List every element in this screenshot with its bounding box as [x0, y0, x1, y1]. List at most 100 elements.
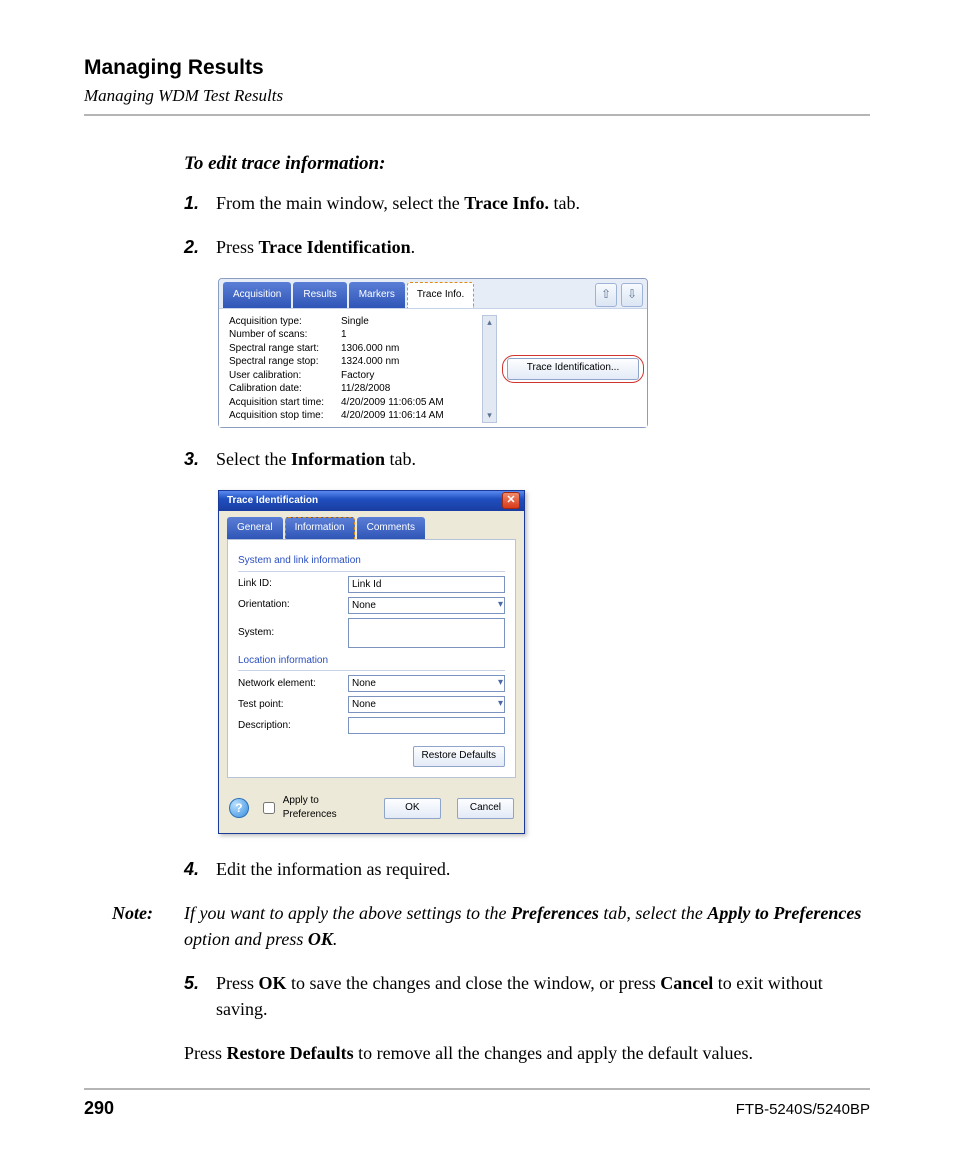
- step-text-pre: Press: [216, 973, 259, 993]
- list-key: Acquisition stop time:: [229, 409, 341, 423]
- para-post: to remove all the changes and apply the …: [354, 1043, 753, 1063]
- step-text-post: .: [411, 237, 416, 257]
- netelem-label: Network element:: [238, 677, 348, 692]
- ok-button[interactable]: OK: [384, 798, 441, 819]
- cancel-button[interactable]: Cancel: [457, 798, 514, 819]
- page-number: 290: [84, 1098, 114, 1119]
- orientation-label: Orientation:: [238, 598, 348, 613]
- system-textarea[interactable]: [348, 618, 505, 648]
- step-text-bold: Trace Identification: [259, 237, 411, 257]
- list-item: Acquisition type:Single: [229, 315, 476, 329]
- help-icon[interactable]: ?: [229, 798, 249, 818]
- netelem-select[interactable]: [348, 675, 505, 692]
- list-item: Acquisition stop time:4/20/2009 11:06:14…: [229, 409, 476, 423]
- page-header-title: Managing Results: [84, 56, 870, 80]
- body-paragraph: Press Restore Defaults to remove all the…: [184, 1040, 870, 1066]
- dialog-title: Trace Identification: [227, 494, 318, 509]
- step-text-pre: From the main window, select the: [216, 193, 464, 213]
- testpoint-label: Test point:: [238, 698, 348, 713]
- step-text: From the main window, select the Trace I…: [216, 190, 870, 216]
- note-bold: Apply to Preferences: [707, 903, 861, 923]
- dialog-titlebar: Trace Identification ✕: [219, 491, 524, 511]
- group-label-system: System and link information: [238, 554, 505, 572]
- tab-general[interactable]: General: [227, 517, 283, 540]
- note-pre: If you want to apply the above settings …: [184, 903, 511, 923]
- page-header-subtitle: Managing WDM Test Results: [84, 86, 870, 106]
- orientation-select[interactable]: [348, 597, 505, 614]
- nav-up-button[interactable]: ⇧: [595, 283, 617, 307]
- list-value: 1306.000 nm: [341, 342, 399, 356]
- step-text-post: tab.: [549, 193, 580, 213]
- para-pre: Press: [184, 1043, 227, 1063]
- header-rule: [84, 114, 870, 116]
- apply-to-preferences-checkbox[interactable]: Apply to Preferences: [259, 794, 374, 823]
- list-key: Acquisition type:: [229, 315, 341, 329]
- step-text-bold: Cancel: [660, 973, 713, 993]
- close-icon[interactable]: ✕: [502, 492, 520, 509]
- apply-to-preferences-input[interactable]: [263, 802, 275, 814]
- step-number: 1.: [184, 190, 216, 216]
- step-text-pre: Press: [216, 237, 259, 257]
- description-input[interactable]: [348, 717, 505, 734]
- note-bold: Preferences: [511, 903, 599, 923]
- description-label: Description:: [238, 719, 348, 734]
- list-value: Factory: [341, 369, 374, 383]
- tab-results[interactable]: Results: [293, 282, 346, 308]
- list-value: 4/20/2009 11:06:05 AM: [341, 396, 444, 410]
- note-mid: tab, select the: [599, 903, 707, 923]
- tab-markers[interactable]: Markers: [349, 282, 405, 308]
- testpoint-select[interactable]: [348, 696, 505, 713]
- screenshot-trace-info-panel: Acquisition Results Markers Trace Info. …: [218, 278, 648, 428]
- step-number: 4.: [184, 856, 216, 882]
- apply-to-preferences-label: Apply to Preferences: [283, 794, 374, 823]
- step-text-mid: to save the changes and close the window…: [287, 973, 661, 993]
- scroll-up-icon: ▴: [487, 316, 492, 329]
- scroll-down-icon: ▾: [487, 409, 492, 422]
- step-number: 5.: [184, 970, 216, 1022]
- scrollbar[interactable]: ▴ ▾: [482, 315, 497, 423]
- group-label-location: Location information: [238, 654, 505, 672]
- list-value: 11/28/2008: [341, 382, 390, 396]
- nav-down-button[interactable]: ⇩: [621, 283, 643, 307]
- dialog-panel: System and link information Link ID: Ori…: [227, 539, 516, 778]
- step-text-bold: Information: [291, 449, 385, 469]
- page-footer: 290 FTB-5240S/5240BP: [84, 1088, 870, 1119]
- step-text: Press Trace Identification.: [216, 234, 870, 260]
- step-text-post: tab.: [385, 449, 416, 469]
- note-post: .: [333, 929, 338, 949]
- restore-defaults-button[interactable]: Restore Defaults: [413, 746, 505, 767]
- step-text: Press OK to save the changes and close t…: [216, 970, 870, 1022]
- note-block: Note: If you want to apply the above set…: [112, 900, 870, 952]
- list-value: Single: [341, 315, 369, 329]
- dialog-footer: ? Apply to Preferences OK Cancel: [219, 786, 524, 833]
- system-label: System:: [238, 626, 348, 641]
- linkid-label: Link ID:: [238, 577, 348, 592]
- para-bold: Restore Defaults: [227, 1043, 354, 1063]
- tab-information[interactable]: Information: [285, 517, 355, 540]
- step-text-bold: Trace Info.: [464, 193, 549, 213]
- footer-model: FTB-5240S/5240BP: [736, 1101, 870, 1118]
- step-text: Edit the information as required.: [216, 856, 870, 882]
- tab-acquisition[interactable]: Acquisition: [223, 282, 291, 308]
- tab-trace-info[interactable]: Trace Info.: [407, 282, 474, 308]
- list-item: Number of scans:1: [229, 328, 476, 342]
- tabbar: Acquisition Results Markers Trace Info. …: [219, 279, 647, 308]
- step-text-bold: OK: [259, 973, 287, 993]
- list-value: 1: [341, 328, 347, 342]
- list-item: Spectral range stop:1324.000 nm: [229, 355, 476, 369]
- trace-info-list: Acquisition type:Single Number of scans:…: [229, 315, 476, 423]
- tab-comments[interactable]: Comments: [357, 517, 425, 540]
- list-item: User calibration:Factory: [229, 369, 476, 383]
- list-value: 4/20/2009 11:06:14 AM: [341, 409, 444, 423]
- list-value: 1324.000 nm: [341, 355, 399, 369]
- note-mid: option and press: [184, 929, 308, 949]
- trace-identification-button[interactable]: Trace Identification...: [507, 358, 639, 380]
- note-bold: OK: [308, 929, 333, 949]
- footer-rule: [84, 1088, 870, 1090]
- list-key: Acquisition start time:: [229, 396, 341, 410]
- step-number: 3.: [184, 446, 216, 472]
- linkid-input[interactable]: [348, 576, 505, 593]
- list-key: Number of scans:: [229, 328, 341, 342]
- dialog-tabbar: General Information Comments: [219, 511, 524, 540]
- list-item: Spectral range start:1306.000 nm: [229, 342, 476, 356]
